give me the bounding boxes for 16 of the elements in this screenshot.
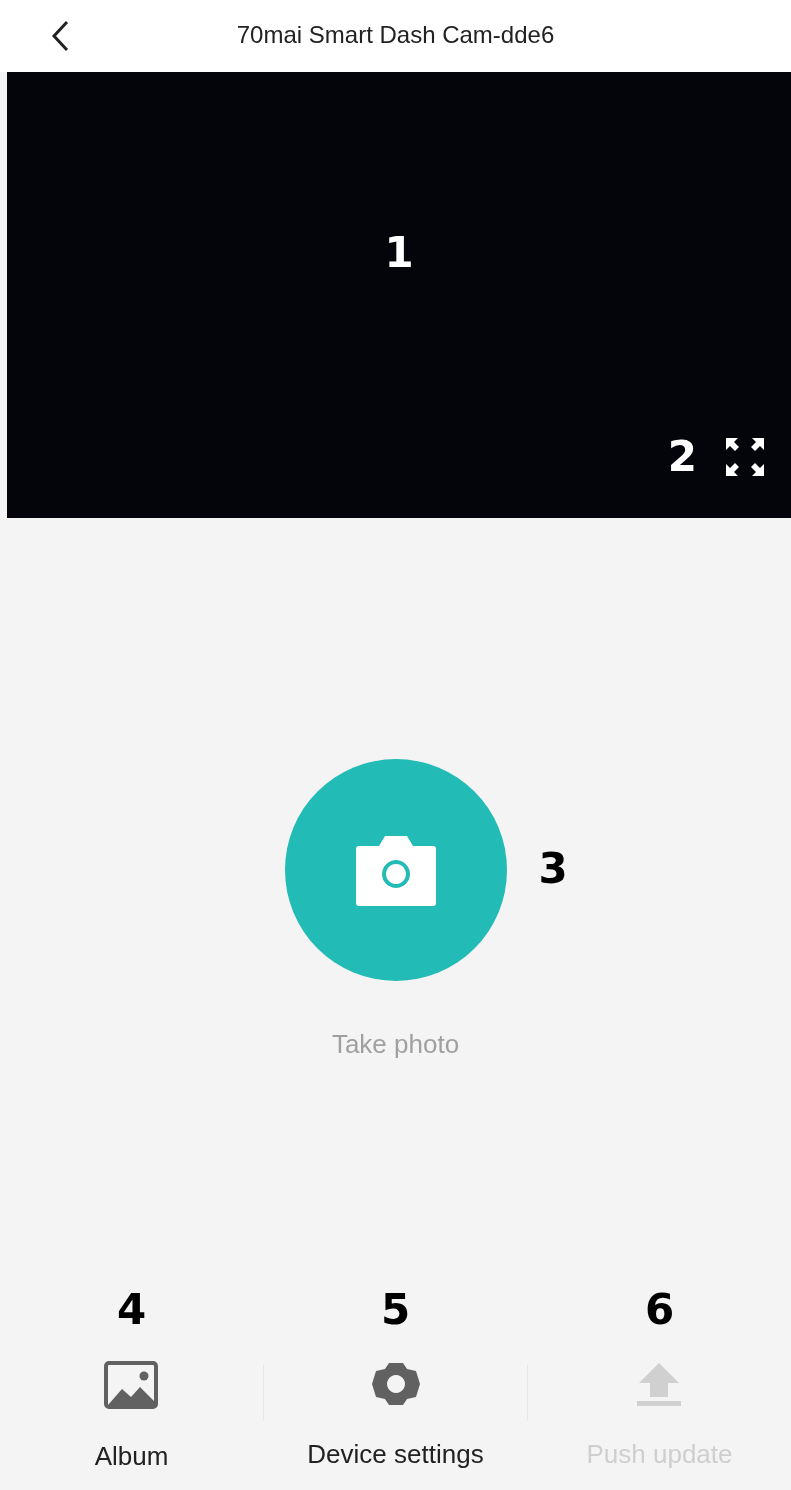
gear-icon (371, 1361, 420, 1407)
upload-icon (637, 1361, 682, 1407)
screen-title: 70mai Smart Dash Cam-dde6 (236, 20, 555, 50)
callout-number: 6 (644, 1285, 675, 1335)
callout-number: 3 (538, 843, 568, 895)
callout-number: 2 (667, 431, 697, 483)
back-icon (50, 20, 70, 52)
image-icon (104, 1361, 159, 1409)
fullscreen-icon (724, 435, 766, 478)
camera-icon (354, 834, 437, 906)
callout-number: 1 (384, 227, 414, 279)
take-photo-label: Take photo (331, 1028, 460, 1061)
bottom-tab[interactable]: Album (86, 1361, 177, 1476)
bottom-tab[interactable]: Device settings (299, 1361, 492, 1474)
callout-number: 4 (116, 1285, 147, 1335)
callout-number: 5 (380, 1285, 411, 1335)
